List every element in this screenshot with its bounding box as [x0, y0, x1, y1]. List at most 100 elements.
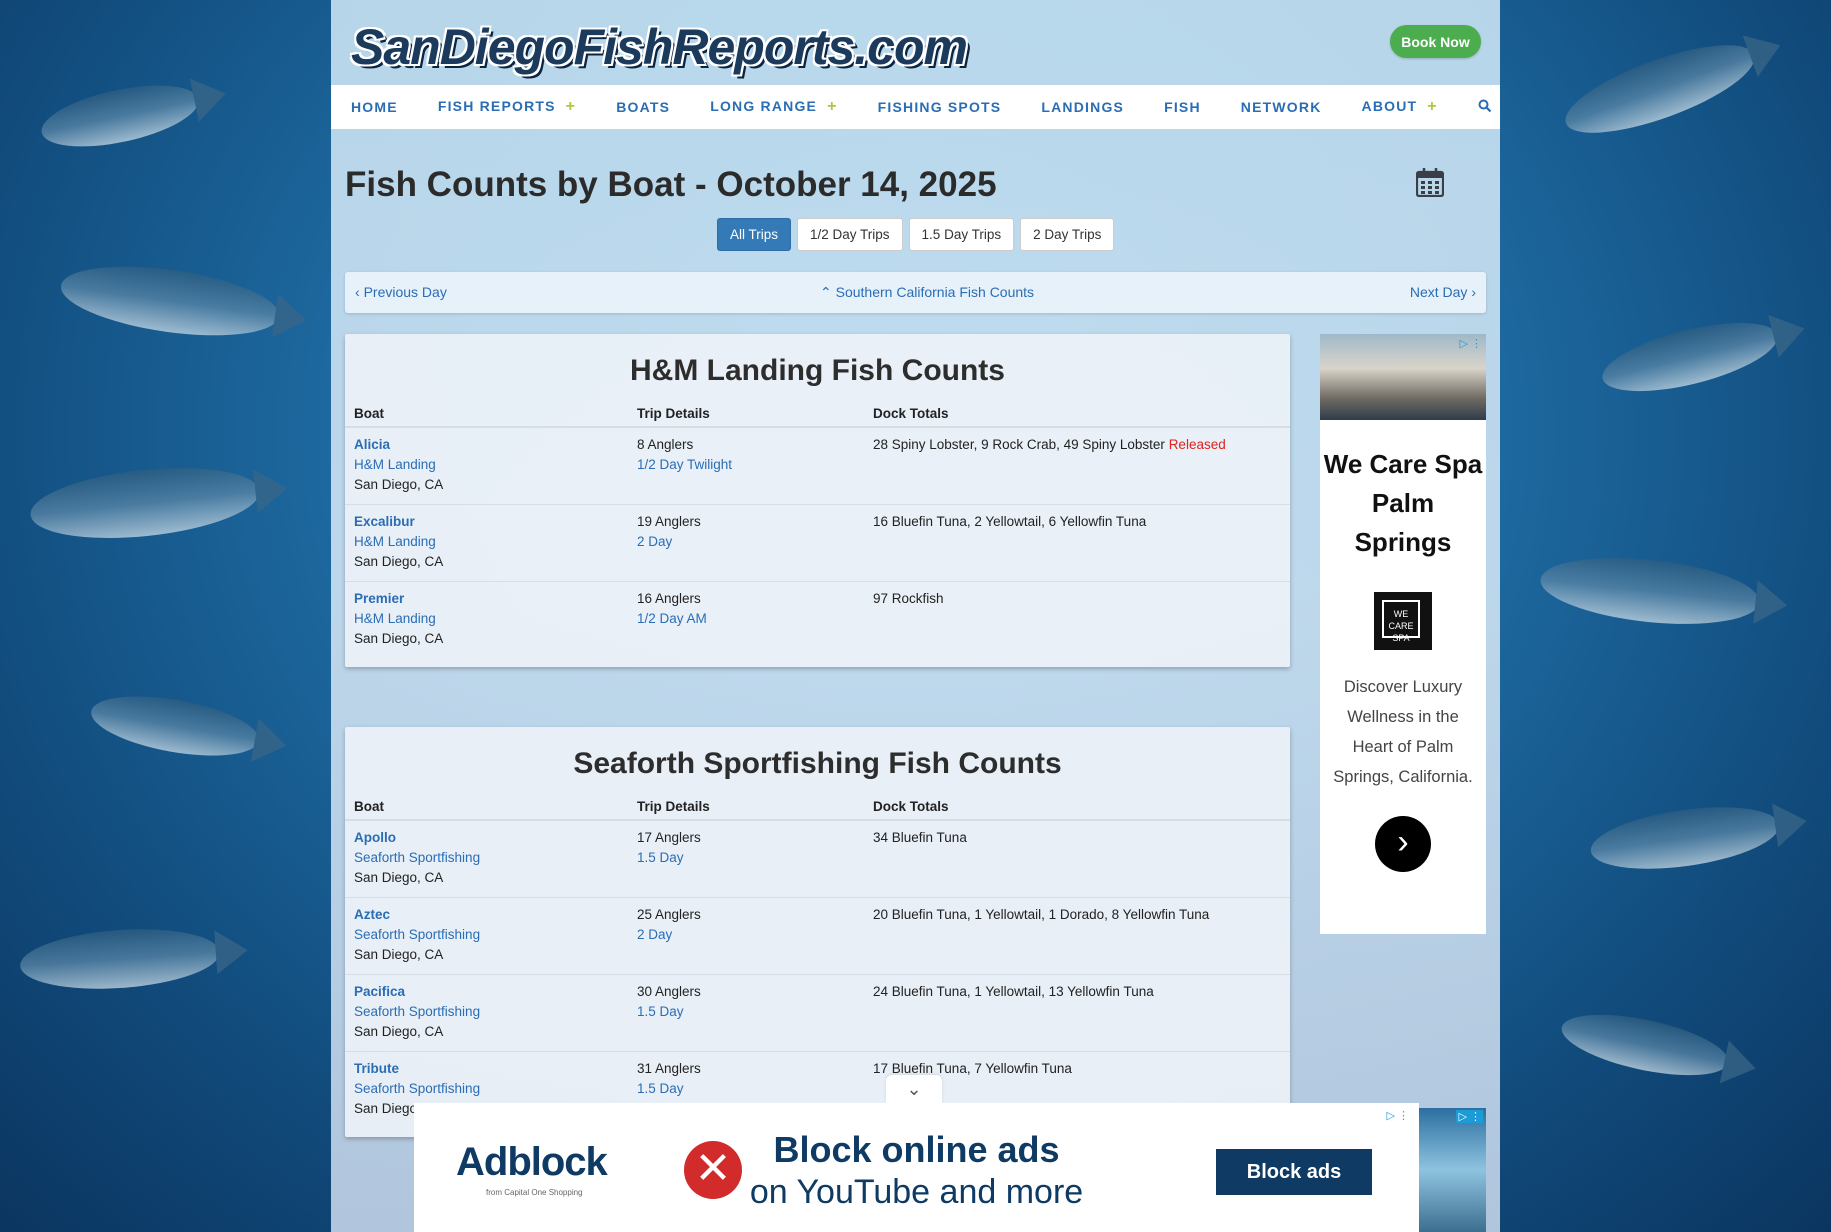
column-dock-totals: Dock Totals — [873, 406, 949, 421]
plus-icon[interactable]: + — [1427, 98, 1438, 115]
landing-link[interactable]: Seaforth Sportfishing — [354, 848, 480, 868]
anglers: 19 Anglers — [637, 514, 701, 529]
boat-link[interactable]: Alicia — [354, 435, 443, 455]
ad-headline: We Care Spa Palm Springs — [1323, 449, 1483, 557]
chevron-right-icon[interactable]: › — [1375, 816, 1431, 872]
released-label: Released — [1168, 437, 1226, 452]
table-row: Aztec Seaforth Sportfishing San Diego, CA … — [345, 898, 1290, 975]
column-trip-details: Trip Details — [637, 406, 710, 421]
city: San Diego, CA — [354, 947, 444, 962]
landing-link[interactable]: Seaforth Sportfishing — [354, 1079, 480, 1099]
chevron-down-icon[interactable]: ⌄ — [886, 1075, 942, 1103]
column-boat: Boat — [354, 799, 384, 814]
landing-panel-seaforth: Seaforth Sportfishing Fish Counts Boat T… — [345, 727, 1290, 1137]
nav-item-boats[interactable]: BOATS — [616, 99, 670, 115]
background-fish — [18, 923, 222, 995]
side-ad-strip[interactable]: ▷ ⋮ — [1419, 1108, 1486, 1232]
background-fish — [1596, 309, 1784, 405]
boat-link[interactable]: Premier — [354, 589, 443, 609]
main-nav: HOME FISH REPORTS + BOATS LONG RANGE + FIS… — [331, 85, 1500, 129]
day-navigation: ‹ Previous Day ⌃ Southern California Fis… — [345, 272, 1486, 313]
nav-item-about[interactable]: ABOUT + — [1362, 98, 1438, 116]
adchoices-icon[interactable]: ▷ ⋮ — [1386, 1109, 1409, 1122]
nav-item-home[interactable]: HOME — [351, 99, 398, 115]
background-fish — [56, 254, 284, 348]
trip-link[interactable]: 2 Day — [637, 925, 701, 945]
site-logo[interactable]: SanDiegoFishReports.com — [351, 18, 968, 76]
nav-item-network[interactable]: NETWORK — [1241, 99, 1322, 115]
nav-item-landings[interactable]: LANDINGS — [1041, 99, 1124, 115]
trip-link[interactable]: 2 Day — [637, 532, 701, 552]
boat-link[interactable]: Pacifica — [354, 982, 480, 1002]
calendar-icon[interactable] — [1416, 167, 1444, 197]
plus-icon[interactable]: + — [827, 98, 838, 115]
book-now-button[interactable]: Book Now — [1390, 25, 1481, 58]
filter-all-trips[interactable]: All Trips — [717, 218, 792, 251]
plus-icon[interactable]: + — [566, 98, 577, 115]
chevron-up-icon: ⌃ — [820, 284, 836, 300]
table-header: Boat Trip Details Dock Totals — [345, 388, 1290, 428]
trip-link[interactable]: 1/2 Day Twilight — [637, 455, 732, 475]
panel-title: H&M Landing Fish Counts — [630, 354, 1005, 387]
column-boat: Boat — [354, 406, 384, 421]
chevron-right-icon: › — [1467, 284, 1476, 300]
anglers: 17 Anglers — [637, 830, 701, 845]
trip-link[interactable]: 1.5 Day — [637, 1002, 701, 1022]
dock-totals: 34 Bluefin Tuna — [873, 830, 967, 845]
anglers: 30 Anglers — [637, 984, 701, 999]
city: San Diego, CA — [354, 477, 444, 492]
adchoices-icon[interactable]: ▷ ⋮ — [1459, 337, 1482, 350]
sidebar-ad[interactable]: ▷ ⋮ We Care Spa Palm Springs WE CARE SPA… — [1320, 334, 1486, 934]
anglers: 8 Anglers — [637, 437, 694, 452]
table-row: Apollo Seaforth Sportfishing San Diego, CA… — [345, 821, 1290, 898]
nav-item-fish[interactable]: FISH — [1164, 99, 1201, 115]
search-icon[interactable] — [1478, 99, 1492, 116]
anglers: 31 Anglers — [637, 1061, 701, 1076]
nav-item-fishing-spots[interactable]: FISHING SPOTS — [878, 99, 1002, 115]
background-fish — [1587, 797, 1783, 879]
nav-item-fish-reports[interactable]: FISH REPORTS + — [438, 98, 576, 116]
landing-link[interactable]: Seaforth Sportfishing — [354, 1002, 480, 1022]
column-dock-totals: Dock Totals — [873, 799, 949, 814]
bottom-banner-ad[interactable]: ▷ ⋮ Adblock from Capital One Shopping ✕ … — [414, 1103, 1419, 1232]
table-row: Premier H&M Landing San Diego, CA 16 Angle… — [345, 582, 1290, 658]
landing-link[interactable]: Seaforth Sportfishing — [354, 925, 480, 945]
filter-half-day-trips[interactable]: 1/2 Day Trips — [797, 218, 903, 251]
dock-totals: 28 Spiny Lobster, 9 Rock Crab, 49 Spiny … — [873, 437, 1165, 452]
block-ads-button[interactable]: Block ads — [1216, 1149, 1372, 1195]
spa-logo: WE CARE SPA — [1374, 592, 1432, 650]
trip-link[interactable]: 1.5 Day — [637, 1079, 701, 1099]
filter-2-day-trips[interactable]: 2 Day Trips — [1020, 218, 1115, 251]
background-fish — [86, 685, 264, 767]
column-trip-details: Trip Details — [637, 799, 710, 814]
boat-link[interactable]: Excalibur — [354, 512, 443, 532]
boat-link[interactable]: Apollo — [354, 828, 480, 848]
landing-link[interactable]: H&M Landing — [354, 455, 443, 475]
table-row: Excalibur H&M Landing San Diego, CA 19 Ang… — [345, 505, 1290, 582]
background-fish — [1556, 1002, 1734, 1088]
trip-link[interactable]: 1.5 Day — [637, 848, 701, 868]
panel-title: Seaforth Sportfishing Fish Counts — [573, 747, 1062, 780]
adchoices-icon[interactable]: ▷ ⋮ — [1456, 1110, 1483, 1123]
dock-totals: 17 Bluefin Tuna, 7 Yellowfin Tuna — [873, 1061, 1072, 1076]
landing-panel-hm: H&M Landing Fish Counts Boat Trip Detail… — [345, 334, 1290, 667]
nav-item-long-range[interactable]: LONG RANGE + — [710, 98, 837, 116]
trip-link[interactable]: 1/2 Day AM — [637, 609, 707, 629]
boat-link[interactable]: Tribute — [354, 1059, 480, 1079]
table-row: Alicia H&M Landing San Diego, CA 8 Anglers… — [345, 428, 1290, 505]
landing-link[interactable]: H&M Landing — [354, 532, 443, 552]
next-day-link[interactable]: Next Day › — [1410, 284, 1476, 300]
trip-filter-group: All Trips 1/2 Day Trips 1.5 Day Trips 2 … — [717, 218, 1115, 251]
background-fish — [36, 73, 204, 159]
boat-link[interactable]: Aztec — [354, 905, 480, 925]
southern-california-link[interactable]: ⌃ Southern California Fish Counts — [820, 284, 1034, 301]
ad-image: ▷ ⋮ — [1320, 334, 1486, 420]
city: San Diego, CA — [354, 554, 444, 569]
dock-totals: 20 Bluefin Tuna, 1 Yellowtail, 1 Dorado,… — [873, 907, 1210, 922]
city: San Diego, CA — [354, 631, 444, 646]
previous-day-link[interactable]: ‹ Previous Day — [355, 284, 447, 300]
dock-totals: 16 Bluefin Tuna, 2 Yellowtail, 6 Yellowf… — [873, 514, 1147, 529]
filter-1-5-day-trips[interactable]: 1.5 Day Trips — [908, 218, 1015, 251]
landing-link[interactable]: H&M Landing — [354, 609, 443, 629]
ad-body: Discover Luxury Wellness in the Heart of… — [1333, 678, 1473, 786]
